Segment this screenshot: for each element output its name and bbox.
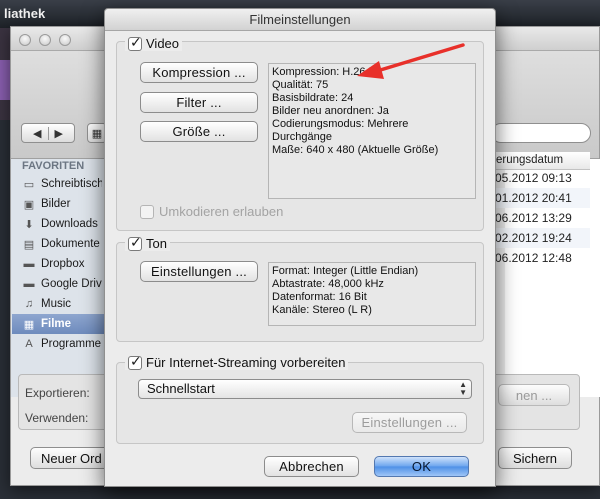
dialog-title: Filmeinstellungen [105, 9, 495, 31]
sidebar-applications-icon: A [25, 338, 33, 350]
reencode-label: Umkodieren erlauben [159, 204, 284, 219]
sidebar-item[interactable]: ▤ Dokumente [22, 234, 102, 254]
sidebar-folder-icon: ▬ [23, 258, 35, 270]
sidebar-folder-icon: ▬ [23, 278, 35, 290]
sidebar-item-label: Dokumente [41, 238, 100, 250]
export-label: Exportieren: [25, 386, 90, 400]
grid-view-icon: ▦ [91, 127, 103, 140]
sidebar-heading: FAVORITEN [22, 160, 85, 172]
compression-button[interactable]: Kompression ... [140, 62, 258, 83]
table-row[interactable]: 06.2012 13:29 [494, 208, 590, 228]
sidebar-item[interactable]: A Programme [22, 334, 102, 354]
sidebar-item[interactable]: ▬ Dropbox [22, 254, 102, 274]
video-info-line: Basisbildrate: 24 [272, 92, 354, 104]
sidebar-downloads-icon: ⬇ [24, 218, 34, 231]
streaming-mode-select[interactable]: Schnellstart ▲ ▼ [138, 379, 472, 399]
table-row[interactable]: 01.2012 20:41 [494, 188, 590, 208]
filter-button[interactable]: Filter ... [140, 92, 258, 113]
sound-settings-button[interactable]: Einstellungen ... [140, 261, 258, 282]
sound-info-line: Format: Integer (Little Endian) [272, 265, 419, 277]
minimize-window-button[interactable] [39, 34, 51, 46]
forward-arrow-icon[interactable]: ▶ [49, 127, 69, 140]
size-button[interactable]: Größe ... [140, 121, 258, 142]
back-forward-control[interactable]: ◀ ▶ [21, 123, 75, 143]
sidebar-item[interactable]: ▬ Google Drive [22, 274, 103, 294]
table-row[interactable]: 05.2012 09:13 [494, 168, 590, 188]
sidebar-item-label: Google Drive [41, 278, 102, 290]
sidebar-item[interactable]: ⬇ Downloads [22, 214, 102, 234]
video-info-line: Codierungsmodus: Mehrere [272, 118, 409, 130]
close-window-button[interactable] [19, 34, 31, 46]
sidebar-item-label: Bilder [41, 198, 71, 210]
streaming-checkbox-row[interactable]: Für Internet-Streaming vorbereiten [125, 353, 349, 370]
sidebar-item[interactable]: ▭ Schreibtisch [22, 174, 102, 194]
sidebar-item-label: Music [41, 298, 72, 310]
streaming-mode-value: Schnellstart [147, 381, 215, 396]
reencode-checkbox-row[interactable]: Umkodieren erlauben [140, 204, 283, 219]
ok-button[interactable]: OK [374, 456, 469, 477]
cancel-button[interactable]: Abbrechen [264, 456, 359, 477]
sidebar-item[interactable]: ♫ Music [22, 294, 102, 314]
zoom-window-button[interactable] [59, 34, 71, 46]
sidebar-item[interactable]: ▦ Filme [12, 314, 104, 334]
sound-checkbox[interactable] [128, 234, 142, 251]
app-title: liathek [4, 6, 46, 21]
sidebar-item[interactable]: ▣ Bilder [22, 194, 102, 214]
video-checkbox-row[interactable]: Video [125, 34, 183, 51]
sound-info-line: Kanäle: Stereo (L R) [272, 304, 372, 316]
sidebar-item-label: Schreibtisch [41, 178, 102, 190]
select-updown-icon: ▲ ▼ [459, 380, 467, 397]
search-field[interactable] [491, 123, 591, 143]
table-row[interactable]: 06.2012 12:48 [494, 248, 590, 268]
streaming-checkbox[interactable] [128, 353, 142, 370]
table-row[interactable]: 02.2012 19:24 [494, 228, 590, 248]
sidebar-music-icon: ♫ [24, 298, 34, 310]
video-info-line: Bilder neu anordnen: Ja [272, 105, 389, 117]
export-options-button[interactable]: nen ... [498, 384, 570, 406]
reencode-checkbox[interactable] [140, 204, 154, 219]
sidebar-item-label: Filme [41, 318, 72, 330]
sound-settings-summary: Format: Integer (Little Endian) Abtastra… [268, 262, 476, 326]
sound-info-line: Datenformat: 16 Bit [272, 291, 367, 303]
video-checkbox[interactable] [128, 34, 142, 51]
sidebar-desktop-icon: ▭ [23, 178, 35, 191]
video-label: Video [146, 36, 180, 51]
sidebar-item-label: Programme [41, 338, 102, 350]
sidebar-item-label: Downloads [41, 218, 98, 230]
sidebar-movies-icon: ▦ [23, 318, 35, 331]
sidebar-item-label: Dropbox [41, 258, 85, 270]
movie-settings-dialog: Filmeinstellungen Video Kompression ... … [104, 8, 496, 487]
sound-info-line: Abtastrate: 48,000 kHz [272, 278, 384, 290]
streaming-label: Für Internet-Streaming vorbereiten [146, 355, 346, 370]
streaming-settings-button[interactable]: Einstellungen ... [352, 412, 467, 433]
use-label: Verwenden: [25, 411, 89, 425]
sidebar-documents-icon: ▤ [23, 238, 35, 251]
sidebar-pictures-icon: ▣ [23, 198, 35, 211]
save-button[interactable]: Sichern [498, 447, 572, 469]
sound-checkbox-row[interactable]: Ton [125, 234, 170, 251]
annotation-arrow-icon [357, 43, 465, 79]
video-info-line: Maße: 640 x 480 (Aktuelle Größe) [272, 144, 439, 156]
back-arrow-icon[interactable]: ◀ [27, 126, 49, 140]
sound-label: Ton [146, 236, 167, 251]
video-info-line: Durchgänge [272, 131, 332, 143]
